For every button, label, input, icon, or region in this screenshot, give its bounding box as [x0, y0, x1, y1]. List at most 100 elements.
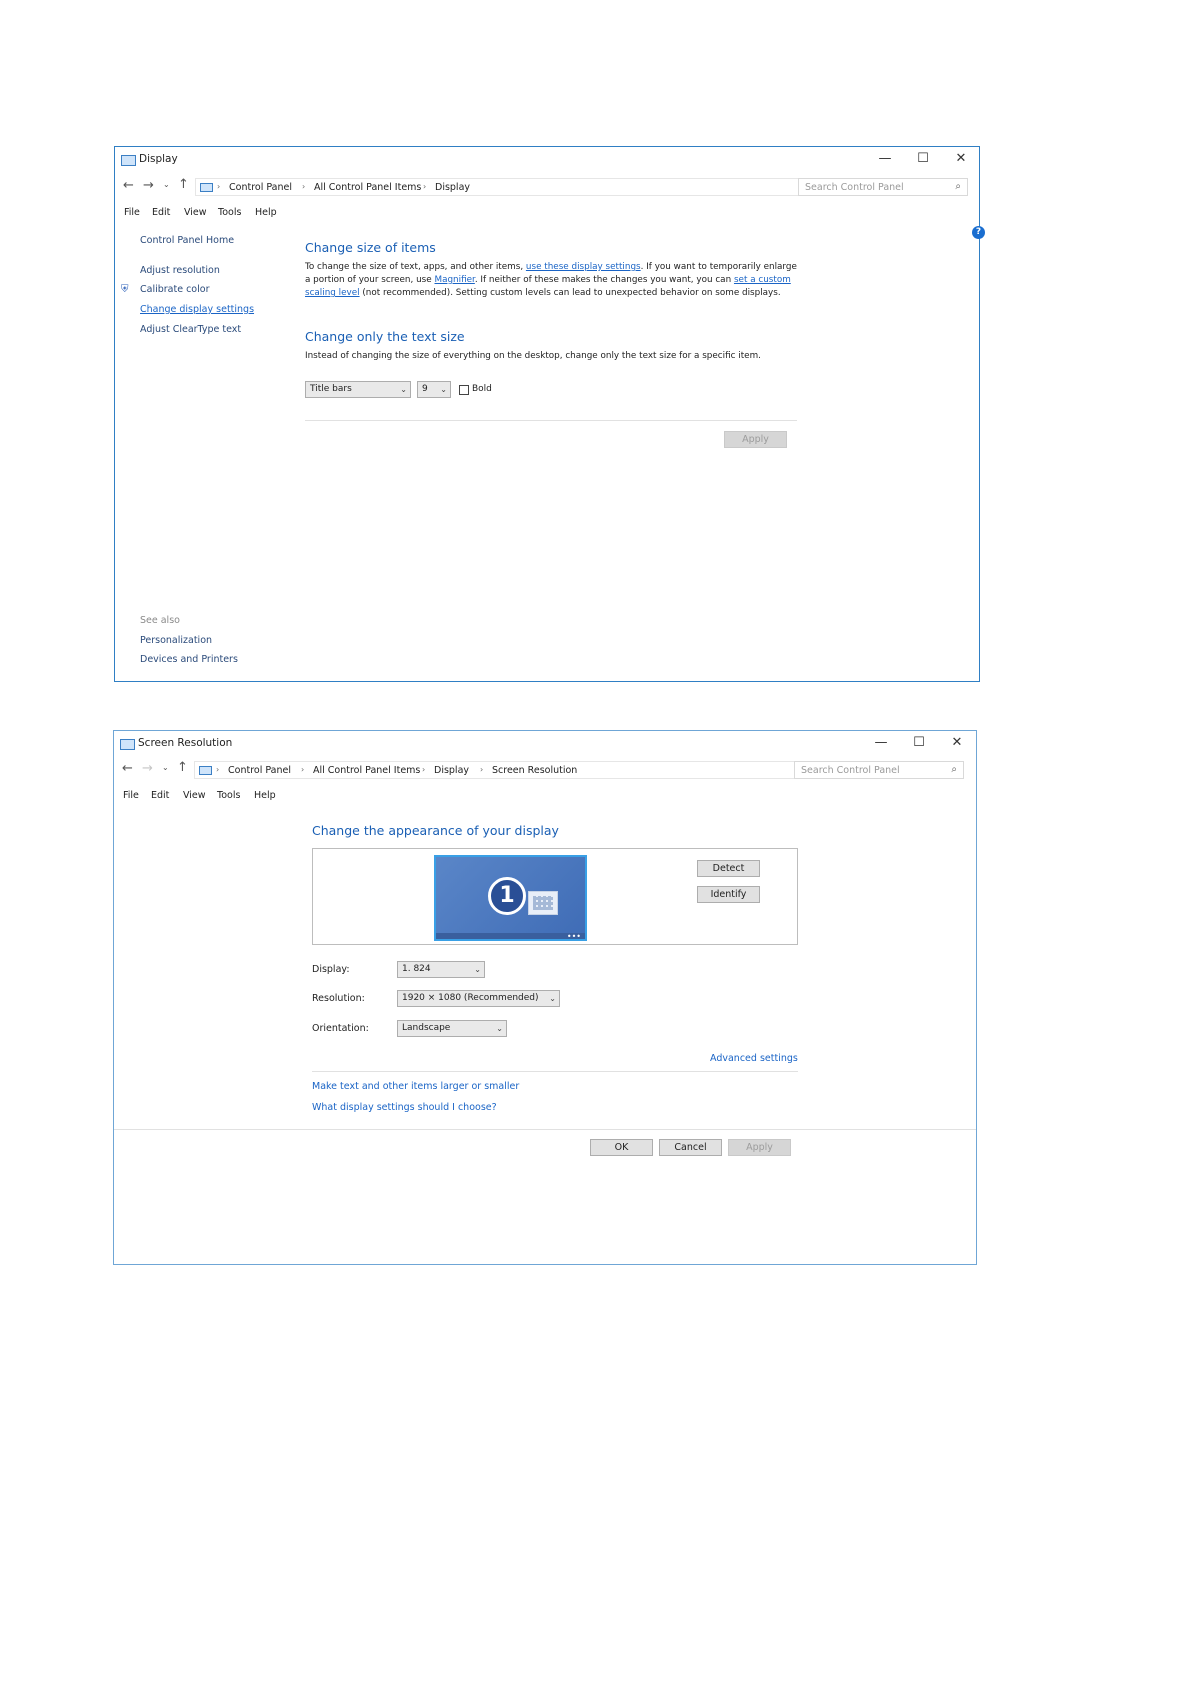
minimize-button[interactable]: —	[873, 150, 897, 168]
sidebar-adjust-resolution[interactable]: Adjust resolution	[140, 265, 220, 276]
chevron-down-icon: ⌄	[496, 1024, 503, 1033]
close-button[interactable]: ✕	[949, 150, 973, 168]
monitor-grid-icon	[528, 891, 558, 915]
text-size-select[interactable]: 9 ⌄	[417, 381, 451, 398]
custom-scaling-link[interactable]: scaling level	[305, 288, 360, 298]
cancel-button[interactable]: Cancel	[659, 1139, 722, 1156]
search-input[interactable]: Search Control Panel ⌕	[798, 178, 968, 196]
desc-text: . If neither of these makes the changes …	[474, 275, 734, 285]
display-select[interactable]: 1. 824 ⌄	[397, 961, 485, 978]
forward-arrow-icon[interactable]: →	[143, 178, 154, 193]
breadcrumb-separator: ›	[216, 765, 220, 774]
display-app-icon	[121, 155, 136, 166]
ok-button[interactable]: OK	[590, 1139, 653, 1156]
back-arrow-icon[interactable]: ←	[122, 761, 133, 776]
search-icon[interactable]: ⌕	[955, 181, 961, 192]
menu-help[interactable]: Help	[254, 790, 276, 801]
see-also-personalization[interactable]: Personalization	[140, 635, 212, 646]
resolution-label: Resolution:	[312, 993, 365, 1004]
search-placeholder: Search Control Panel	[801, 765, 900, 776]
address-bar[interactable]: › Control Panel › All Control Panel Item…	[194, 761, 837, 779]
breadcrumb-separator: ›	[217, 182, 221, 191]
detect-button[interactable]: Detect	[697, 860, 760, 877]
up-arrow-icon[interactable]: ↑	[178, 177, 189, 192]
minimize-button[interactable]: —	[869, 734, 893, 752]
magnifier-link[interactable]: Magnifier	[434, 275, 474, 285]
shield-icon: ⛨	[121, 284, 129, 295]
text-item-value: Title bars	[310, 384, 352, 394]
sidebar-change-display-settings[interactable]: Change display settings	[140, 304, 254, 315]
breadcrumb-all-items[interactable]: All Control Panel Items	[313, 765, 420, 776]
close-button[interactable]: ✕	[945, 734, 969, 752]
sidebar-calibrate-color[interactable]: Calibrate color	[140, 284, 209, 295]
display-label: Display:	[312, 964, 350, 975]
breadcrumb-display[interactable]: Display	[435, 182, 470, 193]
control-panel-icon	[200, 183, 213, 192]
resolution-select[interactable]: 1920 × 1080 (Recommended) ⌄	[397, 990, 560, 1007]
menu-help[interactable]: Help	[255, 207, 277, 218]
breadcrumb-separator: ›	[480, 765, 484, 774]
breadcrumb-display[interactable]: Display	[434, 765, 469, 776]
chevron-down-icon: ⌄	[400, 385, 407, 394]
grid-pattern	[533, 896, 553, 910]
section-divider	[305, 420, 797, 421]
window-title: Display	[139, 153, 178, 165]
help-icon[interactable]: ?	[972, 226, 985, 239]
display-settings-link[interactable]: use these display settings	[526, 262, 641, 272]
up-arrow-icon[interactable]: ↑	[177, 760, 188, 775]
change-size-description: To change the size of text, apps, and ot…	[305, 261, 797, 300]
breadcrumb-separator: ›	[302, 182, 306, 191]
sidebar-control-panel-home[interactable]: Control Panel Home	[140, 235, 234, 246]
orientation-select[interactable]: Landscape ⌄	[397, 1020, 507, 1037]
monitor-taskbar	[436, 933, 585, 939]
menu-tools[interactable]: Tools	[218, 207, 241, 218]
see-also-devices-printers[interactable]: Devices and Printers	[140, 654, 238, 665]
menu-edit[interactable]: Edit	[152, 207, 170, 218]
make-text-larger-link[interactable]: Make text and other items larger or smal…	[312, 1081, 519, 1092]
back-arrow-icon[interactable]: ←	[123, 178, 134, 193]
breadcrumb-screen-resolution[interactable]: Screen Resolution	[492, 765, 577, 776]
forward-arrow-icon[interactable]: →	[142, 761, 153, 776]
change-text-size-heading: Change only the text size	[305, 329, 465, 344]
footer-divider	[114, 1129, 976, 1130]
breadcrumb-control-panel[interactable]: Control Panel	[229, 182, 292, 193]
sidebar-adjust-cleartype[interactable]: Adjust ClearType text	[140, 324, 241, 335]
recent-chevron-icon[interactable]: ⌄	[162, 763, 169, 772]
advanced-settings-link[interactable]: Advanced settings	[710, 1053, 798, 1064]
change-text-size-description: Instead of changing the size of everythi…	[305, 351, 761, 361]
apply-button[interactable]: Apply	[724, 431, 787, 448]
window-title: Screen Resolution	[138, 737, 233, 749]
change-size-heading: Change size of items	[305, 240, 436, 255]
search-input[interactable]: Search Control Panel ⌕	[794, 761, 964, 779]
menu-view[interactable]: View	[184, 207, 207, 218]
what-display-settings-link[interactable]: What display settings should I choose?	[312, 1102, 497, 1113]
bold-label: Bold	[472, 384, 492, 394]
display-value: 1. 824	[402, 964, 431, 974]
desc-text: . If you want to temporarily enlarge	[640, 262, 797, 272]
monitor-1[interactable]: 1 •••	[434, 855, 587, 941]
change-appearance-heading: Change the appearance of your display	[312, 823, 559, 838]
orientation-label: Orientation:	[312, 1023, 369, 1034]
menu-file[interactable]: File	[124, 207, 140, 218]
address-bar[interactable]: › Control Panel › All Control Panel Item…	[195, 178, 840, 196]
monitor-number-badge: 1	[488, 877, 526, 915]
menu-tools[interactable]: Tools	[217, 790, 240, 801]
menu-file[interactable]: File	[123, 790, 139, 801]
identify-button[interactable]: Identify	[697, 886, 760, 903]
maximize-button[interactable]: ☐	[911, 150, 935, 168]
breadcrumb-separator: ›	[301, 765, 305, 774]
menu-edit[interactable]: Edit	[151, 790, 169, 801]
recent-chevron-icon[interactable]: ⌄	[163, 180, 170, 189]
breadcrumb-all-items[interactable]: All Control Panel Items	[314, 182, 421, 193]
text-item-select[interactable]: Title bars ⌄	[305, 381, 411, 398]
chevron-down-icon: ⌄	[440, 385, 447, 394]
more-dots-icon: •••	[566, 932, 581, 941]
menu-view[interactable]: View	[183, 790, 206, 801]
breadcrumb-control-panel[interactable]: Control Panel	[228, 765, 291, 776]
bold-checkbox[interactable]	[459, 385, 469, 395]
apply-button[interactable]: Apply	[728, 1139, 791, 1156]
desc-text: a portion of your screen, use	[305, 275, 435, 285]
custom-scaling-link[interactable]: set a custom	[734, 275, 791, 285]
maximize-button[interactable]: ☐	[907, 734, 931, 752]
search-icon[interactable]: ⌕	[951, 764, 957, 775]
